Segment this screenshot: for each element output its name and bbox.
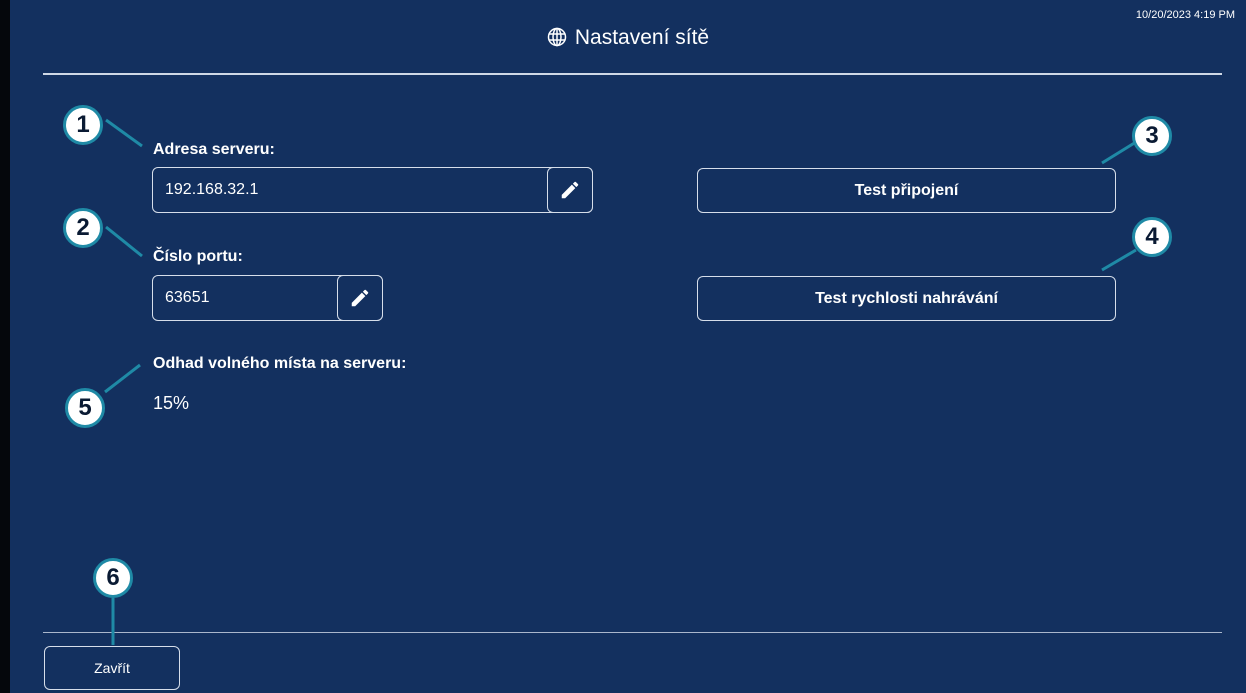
callout-leaders bbox=[104, 118, 1137, 645]
callout-1: 1 bbox=[63, 105, 103, 145]
callout-2: 2 bbox=[63, 208, 103, 248]
callout-5: 5 bbox=[65, 388, 105, 428]
left-edge-bar bbox=[0, 0, 10, 693]
network-settings-screen: 10/20/2023 4:19 PM Nastavení sítě Adresa… bbox=[10, 0, 1246, 693]
callout-6: 6 bbox=[93, 558, 133, 598]
callout-4: 4 bbox=[1132, 217, 1172, 257]
callout-3: 3 bbox=[1132, 116, 1172, 156]
